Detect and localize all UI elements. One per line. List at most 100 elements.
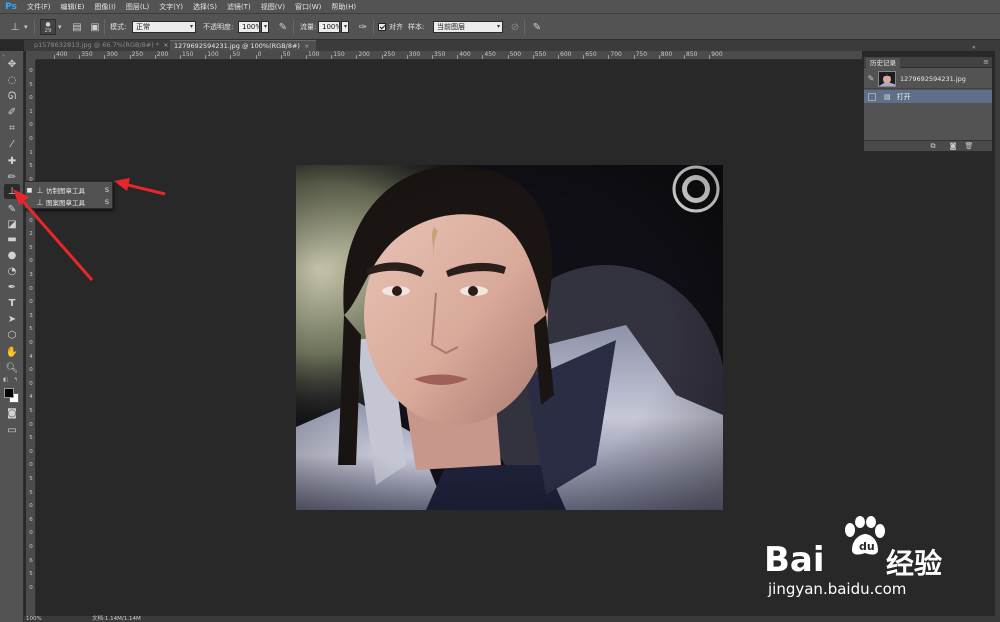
close-icon[interactable]: × [304,42,309,50]
ruler-label: 450 [484,51,496,58]
svg-text:du: du [859,540,875,553]
default-colors-icon[interactable]: ◧ [3,377,8,383]
ruler-label: 5 [29,408,33,414]
opacity-dropdown[interactable]: ▾ [261,21,269,33]
ruler-label: 5 [29,489,33,496]
baidu-jingyan-watermark: du Bai 经验 jingyan.baidu.com [764,516,954,598]
ruler-label: 700 [610,51,622,58]
swap-colors-icon[interactable]: ↰ [14,377,18,383]
annotation-arrows [13,178,166,281]
ruler-label: 6 [29,557,33,564]
flow-input[interactable]: 100% [318,21,340,33]
ruler-label: 100 [308,51,320,58]
history-snapshot[interactable]: ✎ 1279692594231.jpg [864,69,992,89]
pressure-opacity-toggle[interactable]: ✎ [276,20,290,34]
ruler-tick [684,55,685,59]
ruler-tick [709,55,711,59]
ruler-label: 0 [29,421,33,428]
ruler-label: 0 [29,380,33,387]
snapshot-filename: 1279692594231.jpg [900,74,966,83]
ruler-label: 500 [509,51,522,58]
collapse-panels-icon[interactable]: « [972,44,976,51]
quick-mask-button[interactable]: ◙ [4,406,20,421]
pressure-icon: ✎ [278,21,288,33]
flow-dropdown[interactable]: ▾ [341,21,349,33]
document-canvas-image[interactable] [296,165,723,510]
ruler-label: 3 [29,312,33,319]
ruler-tick [306,55,307,59]
ruler-label: 0 [29,503,33,510]
ruler-label: 50 [282,51,291,58]
airbrush-icon: ✑ [358,21,368,33]
menu-filter[interactable]: 滤镜(T) [222,0,256,14]
pressure-size-toggle[interactable]: ✎ [530,20,544,34]
ruler-tick [658,55,660,59]
ruler-label: 250 [383,51,396,58]
ignore-adjustment-layers-toggle[interactable]: ⊘ [508,20,522,34]
panel-menu-icon[interactable]: ≡ [983,58,989,66]
history-brush-source-icon[interactable]: ✎ [864,74,878,83]
ruler-label: 350 [434,51,446,58]
tool-hand[interactable]: ✋ [4,345,20,360]
document-icon: ▤ [884,92,891,101]
ruler-tick [558,55,559,59]
chevron-down-icon: ▾ [343,23,347,30]
ruler-tick [583,55,585,59]
tool-path-select[interactable]: ➤ [4,312,20,327]
history-brush-source-checkbox[interactable] [868,92,876,101]
opacity-input[interactable]: 100% [238,21,260,33]
ruler-label: 400 [459,51,471,58]
history-panel-footer: ⧉ ◙ 🗑︎ [864,140,992,151]
menu-view[interactable]: 视图(V) [256,0,290,14]
ruler-tick [230,55,232,59]
create-snapshot-icon[interactable]: ◙ [948,142,958,151]
divider [373,19,374,35]
flow-value: 100% [322,23,339,31]
sample-select[interactable]: 当前图层 ▾ [433,21,503,33]
watermark-brand: Bai [764,540,825,580]
ruler-label: 0 [29,544,33,550]
new-document-from-state-icon[interactable]: ⧉ [928,142,938,151]
ruler-tick [432,55,433,59]
flow-label: 流量: [300,23,317,31]
document-size[interactable]: 文档:1.14M/1.14M [92,616,141,622]
menu-window[interactable]: 窗口(W) [290,0,326,14]
ruler-label: 300 [408,51,421,58]
ruler-label: 0 [257,51,262,58]
zoom-level[interactable]: 100% [26,616,42,622]
ruler-label: 0 [29,462,33,469]
hand-icon: ✋ [5,347,19,358]
watermark-url: jingyan.baidu.com [768,580,907,598]
tool-shape[interactable]: ⬡ [4,328,20,343]
history-panel-tab[interactable]: 历史记录 [866,58,900,68]
chevron-down-icon: ▾ [496,23,500,30]
panel-dock-edge [995,40,1000,622]
airbrush-toggle[interactable]: ✑ [356,20,370,34]
ruler-tick [633,55,635,59]
sample-value: 当前图层 [437,23,465,31]
foreground-color-swatch[interactable] [4,388,14,398]
ruler-tick [205,55,207,59]
screen-mode-button[interactable]: ▭ [4,423,20,438]
aligned-checkbox[interactable]: 对齐 [378,21,403,33]
ruler-tick [532,55,534,59]
history-step-open[interactable]: ▤ 打开 [864,90,992,103]
ruler-label: 800 [660,51,673,58]
opacity-value: 100% [242,23,259,31]
trash-icon[interactable]: 🗑︎ [964,142,974,151]
ruler-label: 4 [29,394,33,401]
ruler-label: 50 [232,51,241,58]
ruler-label: 150 [333,51,345,58]
ruler-label: 0 [29,530,33,537]
ruler-label: 5 [29,476,33,482]
shape-icon: ⬡ [7,330,17,341]
ruler-label: 100 [207,51,219,58]
menu-help[interactable]: 帮助(H) [326,0,361,14]
ruler-tick [255,55,257,59]
ruler-label: 850 [686,51,698,58]
tool-zoom[interactable]: 🔍︎ [4,361,20,376]
snapshot-thumbnail [878,70,896,87]
history-panel: 历史记录 ≡ ✎ 1279692594231.jpg ▤ 打开 ⧉ ◙ 🗑︎ [863,56,993,152]
divider [293,19,294,35]
ruler-label: 0 [29,340,33,346]
